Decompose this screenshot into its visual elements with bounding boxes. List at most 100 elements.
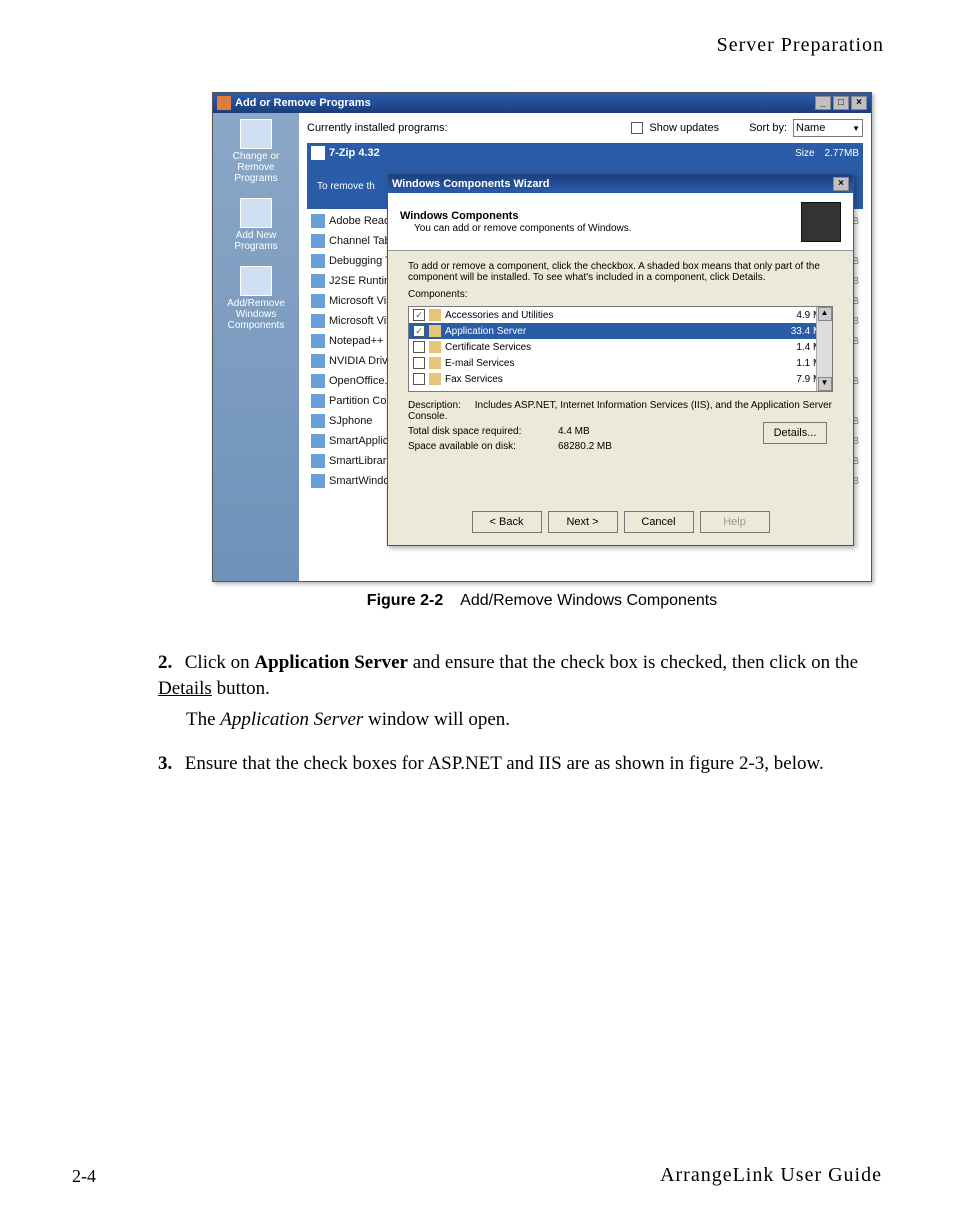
program-name: Partition Com	[329, 395, 396, 407]
scrollbar[interactable]: ▲ ▼	[816, 307, 832, 391]
disk-available-label: Space available on disk:	[408, 441, 558, 452]
wizard-title: Windows Components Wizard	[392, 178, 549, 190]
nav-label: Add New	[213, 230, 299, 241]
program-icon	[311, 234, 325, 248]
document-title-footer: ArrangeLink User Guide	[660, 1164, 882, 1187]
add-remove-window: Add or Remove Programs _ □ × Change or R…	[212, 92, 872, 582]
folder-icon	[429, 373, 441, 385]
step-3: 3. Ensure that the check boxes for ASP.N…	[158, 751, 878, 777]
step-bold: Application Server	[254, 652, 408, 673]
left-nav: Change or Remove Programs Add New Progra…	[213, 113, 299, 581]
figure-number: Figure 2-2	[367, 592, 443, 609]
close-button[interactable]: ×	[851, 96, 867, 110]
program-icon	[311, 214, 325, 228]
wizard-intro: To add or remove a component, click the …	[408, 261, 833, 283]
program-icon	[311, 354, 325, 368]
nav-windows-components[interactable]: Add/Remove Windows Components	[213, 266, 299, 331]
program-icon	[311, 294, 325, 308]
nav-label: Components	[213, 320, 299, 331]
close-button[interactable]: ×	[833, 177, 849, 191]
add-new-icon	[240, 198, 272, 228]
wizard-header: Windows Components You can add or remove…	[388, 193, 853, 251]
components-icon	[801, 202, 841, 242]
sortby-value: Name	[796, 122, 825, 134]
program-icon	[311, 274, 325, 288]
page-number: 2-4	[72, 1166, 96, 1187]
windows-components-icon	[240, 266, 272, 296]
component-name: Application Server	[445, 326, 778, 337]
size-value: 2.77MB	[825, 148, 859, 159]
step-2: 2. Click on Application Server and ensur…	[158, 650, 878, 733]
selected-name: 7-Zip 4.32	[329, 147, 380, 159]
wizard-buttons: < Back Next > Cancel Help	[388, 511, 853, 533]
program-name: NVIDIA Drive	[329, 355, 394, 367]
step-text: Ensure that the check boxes for ASP.NET …	[185, 753, 824, 774]
nav-label: Change or	[213, 151, 299, 162]
chevron-down-icon: ▼	[852, 124, 860, 133]
nav-label: Remove	[213, 162, 299, 173]
step-text: window will open.	[368, 709, 510, 730]
description-text: Includes ASP.NET, Internet Information S…	[408, 400, 832, 422]
app-icon	[217, 96, 231, 110]
component-row[interactable]: E-mail Services 1.1 MB	[409, 355, 832, 371]
show-updates-checkbox[interactable]	[631, 122, 643, 134]
scroll-up-icon[interactable]: ▲	[818, 307, 832, 321]
component-row[interactable]: Certificate Services 1.4 MB	[409, 339, 832, 355]
back-button[interactable]: < Back	[472, 511, 542, 533]
component-row-application-server[interactable]: ✓ Application Server 33.4 MB	[409, 323, 832, 339]
titlebar: Add or Remove Programs _ □ ×	[213, 93, 871, 113]
checkbox-icon[interactable]	[413, 373, 425, 385]
next-button[interactable]: Next >	[548, 511, 618, 533]
step-number: 3.	[158, 751, 180, 777]
program-icon	[311, 414, 325, 428]
nav-label: Windows	[213, 309, 299, 320]
program-icon	[311, 454, 325, 468]
details-button[interactable]: Details...	[763, 422, 827, 444]
step-text: button.	[217, 678, 270, 699]
nav-change-remove[interactable]: Change or Remove Programs	[213, 119, 299, 184]
step-text: and ensure that the check box is checked…	[413, 652, 858, 673]
description-label: Description:	[408, 400, 472, 411]
component-name: Accessories and Utilities	[445, 310, 778, 321]
component-row[interactable]: Fax Services 7.9 MB	[409, 371, 832, 387]
program-name: SJphone	[329, 415, 372, 427]
checkbox-icon[interactable]	[413, 341, 425, 353]
scroll-down-icon[interactable]: ▼	[818, 377, 832, 391]
show-updates-label: Show updates	[649, 122, 719, 134]
program-name: SmartLibrary	[329, 455, 392, 467]
nav-add-new[interactable]: Add New Programs	[213, 198, 299, 252]
component-name: Fax Services	[445, 374, 778, 385]
program-icon	[311, 374, 325, 388]
folder-icon	[429, 341, 441, 353]
folder-icon	[429, 325, 441, 337]
program-icon	[311, 146, 325, 160]
program-name: OpenOffice.o	[329, 375, 394, 387]
maximize-button[interactable]: □	[833, 96, 849, 110]
folder-icon	[429, 309, 441, 321]
wizard-subheading: You can add or remove components of Wind…	[414, 223, 632, 234]
cancel-button[interactable]: Cancel	[624, 511, 694, 533]
step-number: 2.	[158, 650, 180, 676]
components-wizard-dialog: Windows Components Wizard × Windows Comp…	[387, 173, 854, 546]
checkbox-icon[interactable]	[413, 357, 425, 369]
program-icon	[311, 474, 325, 488]
program-name: Channel Tabl	[329, 235, 393, 247]
component-name: Certificate Services	[445, 342, 778, 353]
disk-available-value: 68280.2 MB	[558, 441, 612, 452]
step-text: The	[186, 709, 220, 730]
disk-required-value: 4.4 MB	[558, 426, 590, 437]
checkbox-icon[interactable]: ✓	[413, 309, 425, 321]
disk-required-label: Total disk space required:	[408, 426, 558, 437]
program-icon	[311, 434, 325, 448]
step-text: Click on	[185, 652, 255, 673]
help-button[interactable]: Help	[700, 511, 770, 533]
component-row[interactable]: ✓ Accessories and Utilities 4.9 MB	[409, 307, 832, 323]
remove-text: To remove th	[317, 181, 375, 192]
nav-label: Programs	[213, 241, 299, 252]
program-icon	[311, 254, 325, 268]
figure-title: Add/Remove Windows Components	[460, 592, 717, 609]
checkbox-icon[interactable]: ✓	[413, 325, 425, 337]
selected-program-row[interactable]: 7-Zip 4.32 Size 2.77MB	[307, 143, 863, 163]
minimize-button[interactable]: _	[815, 96, 831, 110]
sortby-select[interactable]: Name ▼	[793, 119, 863, 137]
